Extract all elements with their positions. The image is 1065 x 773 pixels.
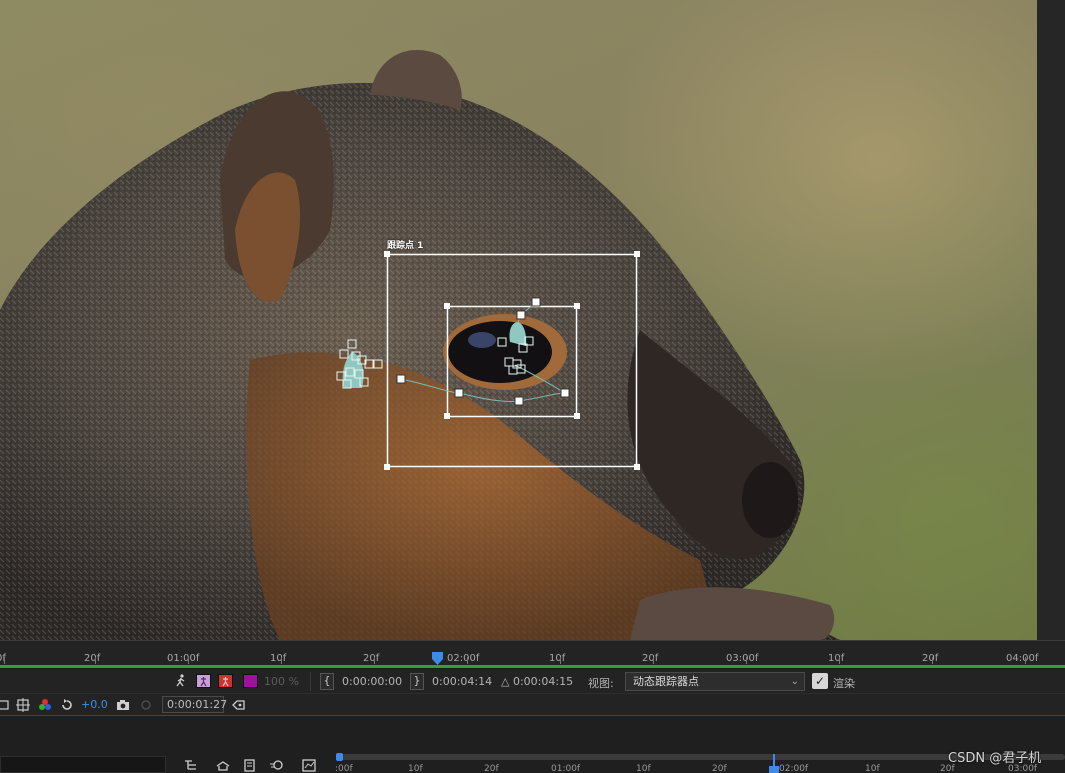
ruler-tick [374, 657, 375, 664]
walking-person-icon[interactable] [174, 674, 188, 688]
timeline-playhead-handle[interactable] [769, 766, 779, 773]
track-point-label: 跟踪点 1 [387, 241, 424, 251]
footage-frame [0, 49, 840, 640]
ruler-label: 20f [922, 653, 939, 664]
ruler-tick [4, 657, 5, 664]
color-swatch-lilac[interactable] [196, 674, 211, 688]
viewer-scroll-gutter [1037, 0, 1065, 640]
out-point-time[interactable]: 0:00:04:14 [432, 675, 492, 688]
current-time-display[interactable]: 0:00:01:27 [162, 696, 227, 713]
ruler-label: 10f [270, 653, 287, 664]
viewer-time-ruler[interactable]: 0f 20f 01:00f 10f 20f 02:00f 10f 20f 03:… [0, 640, 1065, 668]
resolution-percent: 100 % [264, 675, 299, 688]
exposure-value[interactable]: +0.0 [81, 698, 108, 711]
ruler-tick [467, 657, 468, 664]
ruler-label: 04:00f [1006, 653, 1039, 664]
timeline-panel [0, 716, 1065, 773]
timeline-ruler-label: 01:00f [551, 764, 581, 773]
ruler-tick [746, 657, 747, 664]
view-dropdown[interactable]: 动态跟踪器点 ⌄ [625, 672, 805, 691]
set-out-point-button[interactable]: } [410, 673, 424, 690]
ruler-tick [653, 657, 654, 664]
shy-layers-icon[interactable] [243, 758, 257, 772]
timeline-ruler-label: 10f [865, 764, 880, 773]
ruler-tick [95, 657, 96, 664]
in-point-time[interactable]: 0:00:00:00 [342, 675, 402, 688]
camera-icon[interactable] [116, 698, 130, 712]
motion-blur-icon[interactable] [269, 758, 283, 772]
squirrel-image [0, 49, 840, 640]
timeline-ruler-label: :00f [335, 764, 353, 773]
view-dropdown-value: 动态跟踪器点 [633, 675, 699, 688]
ruler-label: 20f [642, 653, 659, 664]
ruler-label: 02:00f [447, 653, 480, 664]
timeline-ruler-label: 20f [484, 764, 499, 773]
duration-time: △ 0:00:04:15 [501, 675, 574, 688]
slider-handle[interactable] [336, 753, 343, 761]
color-channels-icon[interactable] [38, 698, 52, 712]
region-icon[interactable] [0, 698, 10, 712]
timeline-ruler-label: 10f [408, 764, 423, 773]
ruler-label: 10f [549, 653, 566, 664]
watermark: CSDN @君子机 [948, 751, 1042, 766]
timeline-ruler-label: 02:00f [779, 764, 809, 773]
timeline-ruler-label: 20f [712, 764, 727, 773]
figure-icon [219, 675, 232, 687]
ruler-tick [1025, 657, 1026, 664]
viewer-options-row: +0.0 0:00:01:27 [0, 694, 1065, 716]
composition-mini-flowchart-icon[interactable] [184, 758, 198, 772]
tracker-controls-row: 100 % { 0:00:00:00 } 0:00:04:14 △ 0:00:0… [0, 669, 1065, 694]
draft-3d-icon[interactable] [216, 758, 230, 772]
ruler-tick [932, 657, 933, 664]
color-swatch-purple[interactable] [243, 674, 258, 688]
figure-icon [197, 675, 210, 687]
ruler-label: 20f [84, 653, 101, 664]
ruler-tick [188, 657, 189, 664]
ruler-tick [281, 657, 282, 664]
set-in-point-button[interactable]: { [320, 673, 334, 690]
work-area-bar[interactable] [0, 665, 1065, 668]
view-label: 视图: [588, 677, 614, 690]
color-swatch-red[interactable] [218, 674, 233, 688]
divider [310, 672, 311, 691]
reset-exposure-icon[interactable] [60, 698, 74, 712]
ruler-label: 10f [828, 653, 845, 664]
ruler-label: 20f [363, 653, 380, 664]
layer-search-input[interactable] [0, 756, 166, 773]
chevron-down-icon: ⌄ [790, 676, 799, 687]
timeline-ruler-label: 10f [636, 764, 651, 773]
ruler-tick [839, 657, 840, 664]
ruler-label: 0f [0, 653, 6, 664]
composition-viewer[interactable]: 跟踪点 1 [0, 0, 1037, 640]
graph-editor-icon[interactable] [302, 758, 316, 772]
ruler-label: 03:00f [726, 653, 759, 664]
render-label: 渲染 [833, 677, 855, 690]
show-snapshot-icon[interactable] [139, 698, 153, 712]
playhead-marker-icon[interactable] [432, 652, 443, 665]
transparency-grid-icon[interactable] [16, 698, 30, 712]
ruler-label: 01:00f [167, 653, 200, 664]
ruler-tick [560, 657, 561, 664]
flowchart-icon[interactable] [231, 698, 245, 712]
render-checkbox[interactable]: ✓ [812, 673, 828, 689]
